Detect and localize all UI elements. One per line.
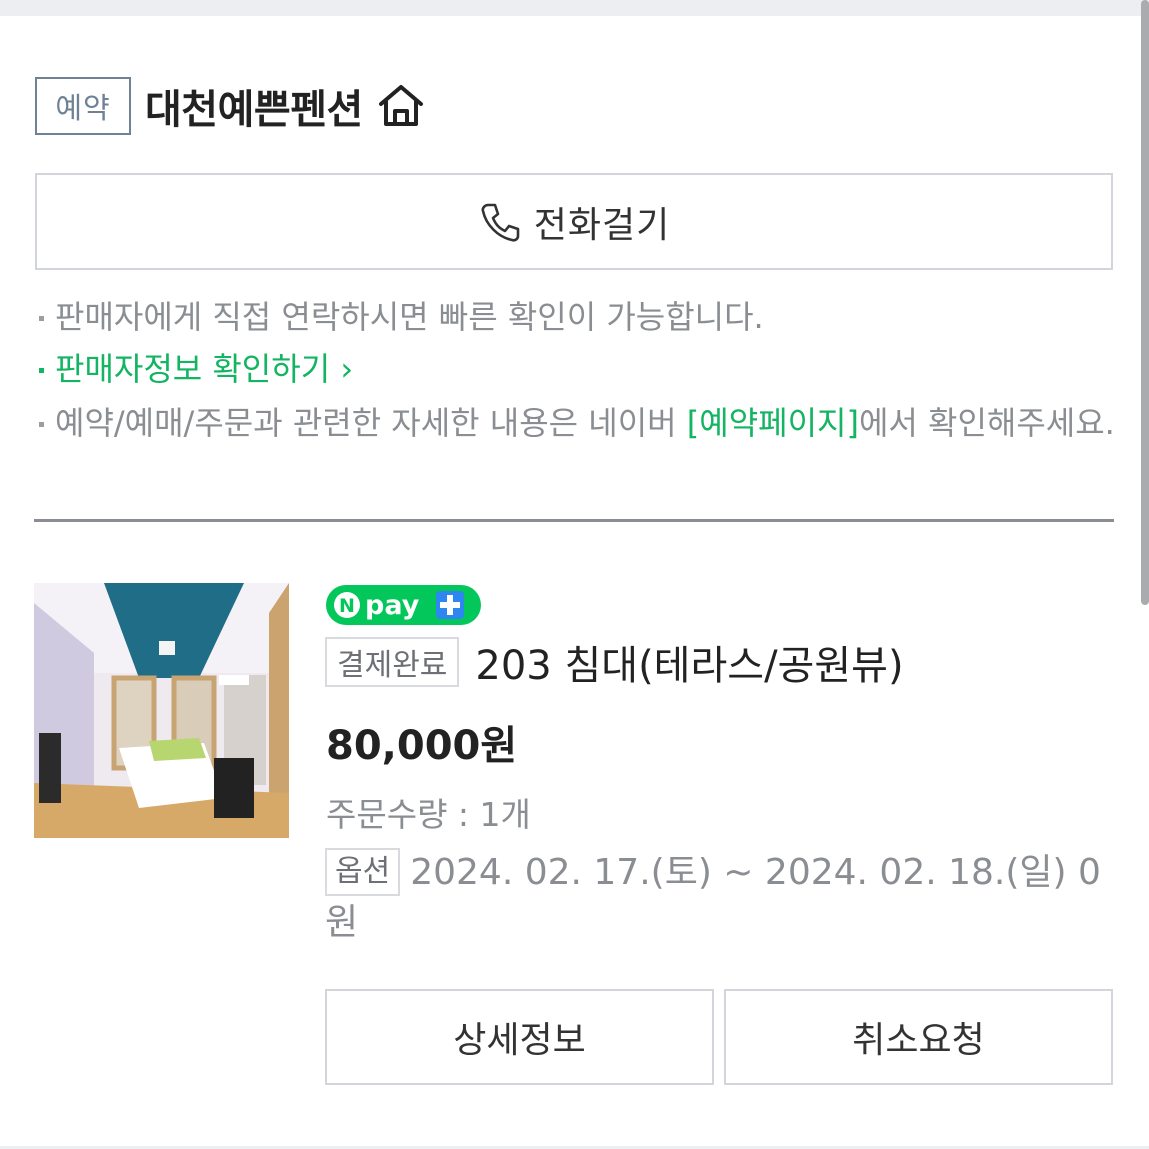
notice-list: 판매자에게 직접 연락하시면 빠른 확인이 가능합니다. 판매자정보 확인하기 …	[35, 292, 1115, 448]
payment-status-badge: 결제완료	[325, 637, 460, 687]
order-quantity: 주문수량 : 1개	[326, 795, 531, 834]
room-title[interactable]: 203 침대(테라스/공원뷰)	[475, 633, 903, 691]
notice-contact: 판매자에게 직접 연락하시면 빠른 확인이 가능합니다.	[35, 292, 1115, 344]
shop-header: 예약 대천예쁜펜션	[35, 76, 427, 136]
top-bar	[0, 0, 1149, 16]
order-price: 80,000원	[326, 723, 518, 769]
section-divider	[34, 519, 1114, 522]
option-text: 2024. 02. 17.(토) ~ 2024. 02. 18.(일) 0원	[325, 852, 1101, 943]
seller-info-link-label: 판매자정보 확인하기	[55, 350, 331, 388]
order-option: 옵션 2024. 02. 17.(토) ~ 2024. 02. 18.(일) 0원	[325, 848, 1105, 948]
scrollbar[interactable]	[1141, 0, 1149, 605]
notice-reservation-suffix: 에서 확인해주세요.	[858, 404, 1115, 442]
call-button[interactable]: 전화걸기	[35, 173, 1113, 270]
detail-button[interactable]: 상세정보	[325, 989, 714, 1085]
svg-text:N: N	[339, 595, 355, 617]
npay-label: pay	[365, 590, 420, 621]
call-button-label: 전화걸기	[533, 204, 671, 246]
seller-info-link[interactable]: 판매자정보 확인하기 ›	[35, 344, 1115, 398]
chevron-right-icon: ›	[330, 350, 354, 388]
shop-name[interactable]: 대천예쁜펜션	[145, 77, 363, 135]
option-badge: 옵션	[325, 848, 401, 896]
room-photo[interactable]	[34, 583, 289, 838]
order-title-row: 결제완료 203 침대(테라스/공원뷰)	[325, 633, 904, 691]
reservation-page-link[interactable]: [예약페이지]	[687, 404, 859, 442]
notice-reservation-prefix: 예약/예매/주문과 관련한 자세한 내용은 네이버	[55, 404, 687, 442]
home-icon[interactable]	[375, 80, 427, 132]
reservation-badge: 예약	[35, 77, 131, 135]
phone-icon	[481, 203, 520, 242]
notice-reservation-page: 예약/예매/주문과 관련한 자세한 내용은 네이버 [예약페이지]에서 확인해주…	[35, 398, 1115, 448]
cancel-request-button[interactable]: 취소요청	[724, 989, 1113, 1085]
npay-plus-badge: N pay	[326, 585, 481, 625]
